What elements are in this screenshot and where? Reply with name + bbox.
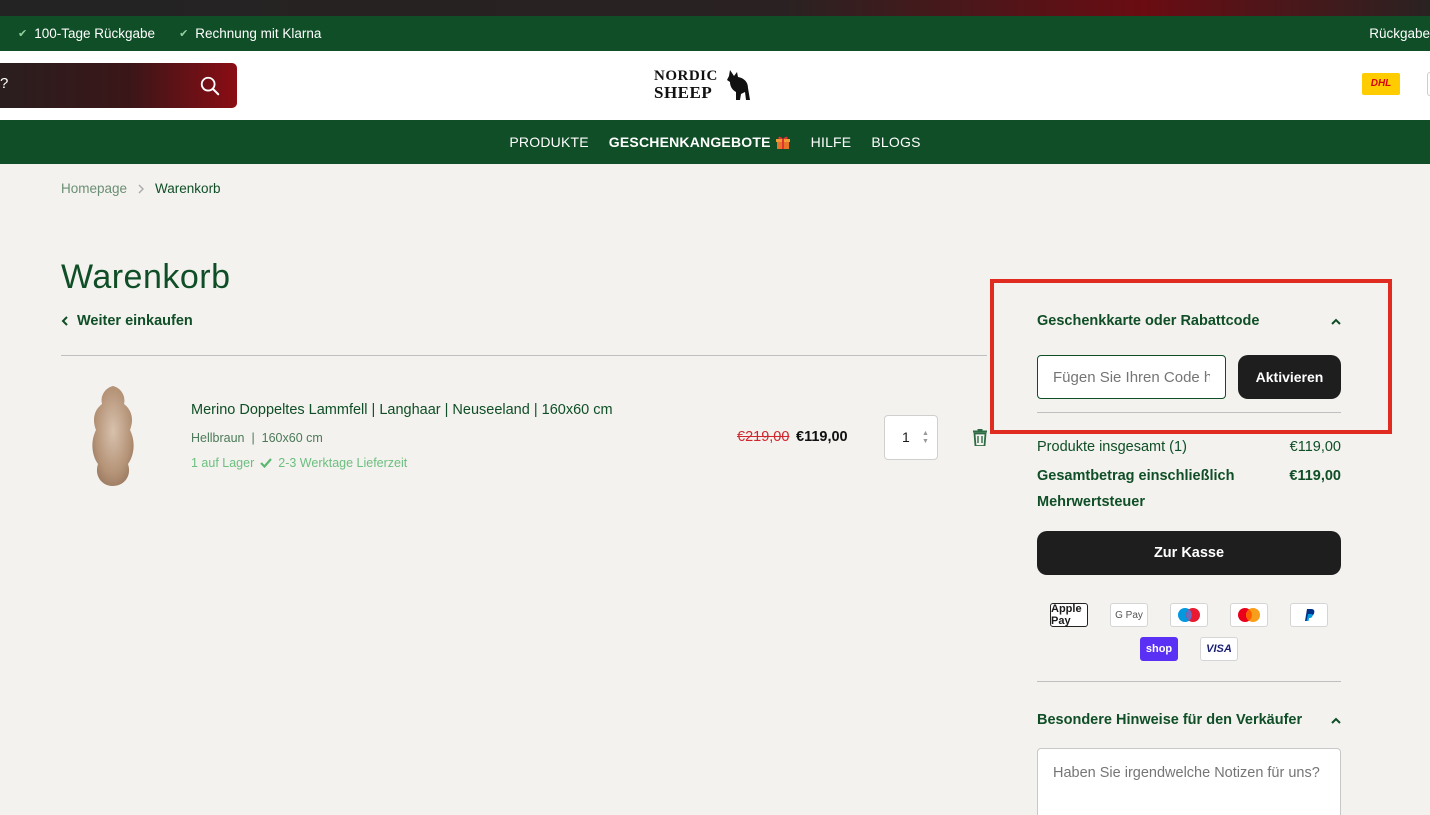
old-price: €219,00: [737, 429, 790, 445]
gift-icon: [775, 136, 790, 149]
quantity-stepper[interactable]: 1 ▲ ▼: [884, 415, 938, 460]
product-variant: Hellbraun | 160x60 cm: [191, 431, 323, 445]
dhl-badge: DHL: [1362, 73, 1400, 95]
chevron-up-icon[interactable]: [1331, 716, 1341, 726]
product-image[interactable]: [88, 384, 138, 488]
maestro-icon: [1170, 603, 1208, 627]
current-price: €119,00: [796, 429, 848, 445]
continue-shopping-link[interactable]: Weiter einkaufen: [61, 313, 193, 329]
nav-item-blogs[interactable]: BLOGS: [861, 134, 930, 150]
chevron-left-icon: [61, 316, 68, 326]
usp-item-right: Rückgabe: [1369, 26, 1430, 41]
discount-section-title[interactable]: Geschenkkarte oder Rabattcode: [1037, 313, 1259, 329]
nav-item-geschenkangebote[interactable]: GESCHENKANGEBOTE: [599, 134, 801, 150]
paypal-icon: [1290, 603, 1328, 627]
product-stock-info: 1 auf Lager 2-3 Werktage Lieferzeit: [191, 456, 407, 470]
products-total-row: Produkte insgesamt (1) €119,00: [1037, 439, 1341, 455]
chevron-up-icon[interactable]: [1331, 317, 1341, 327]
delivery-time: 2-3 Werktage Lieferzeit: [278, 456, 408, 470]
quantity-spin-icon[interactable]: ▲ ▼: [922, 430, 929, 446]
search-input-text[interactable]: ?: [0, 75, 8, 92]
main-nav: PRODUKTE GESCHENKANGEBOTE HILFE BLOGS: [0, 120, 1430, 164]
usp-item-klarna: ✔ Rechnung mit Klarna: [179, 26, 321, 41]
visa-icon: VISA: [1200, 637, 1238, 661]
product-name[interactable]: Merino Doppeltes Lammfell | Langhaar | N…: [191, 402, 613, 418]
usp-bar: ✔ 100-Tage Rückgabe ✔ Rechnung mit Klarn…: [0, 16, 1430, 51]
check-icon: [260, 458, 273, 468]
sheep-logo-icon: [727, 70, 750, 100]
checkout-button[interactable]: Zur Kasse: [1037, 531, 1341, 575]
usp-label: Rechnung mit Klarna: [195, 26, 322, 41]
mastercard-icon: [1230, 603, 1268, 627]
continue-shopping-label: Weiter einkaufen: [77, 313, 193, 329]
summary-divider-2: [1037, 681, 1341, 682]
summary-divider: [1037, 412, 1341, 413]
activate-code-button[interactable]: Aktivieren: [1238, 355, 1341, 399]
seller-notes-title[interactable]: Besondere Hinweise für den Verkäufer: [1037, 712, 1302, 728]
grand-total-value: €119,00: [1289, 468, 1341, 484]
apple-pay-icon: Apple Pay: [1050, 603, 1088, 627]
cart-divider: [61, 355, 987, 356]
check-icon: ✔: [179, 28, 189, 40]
trash-icon[interactable]: [973, 429, 987, 446]
top-decor-strip: [0, 0, 1430, 16]
google-pay-icon: G Pay: [1110, 603, 1148, 627]
breadcrumb-current: Warenkorb: [155, 181, 221, 196]
search-icon[interactable]: [199, 75, 221, 97]
grand-total-row: Gesamtbetrag einschließlich Mehrwertsteu…: [1037, 463, 1341, 515]
chevron-right-icon: [138, 184, 145, 193]
shop-pay-icon: shop: [1140, 637, 1178, 661]
check-icon: ✔: [18, 28, 28, 40]
nav-item-hilfe[interactable]: HILFE: [801, 134, 862, 150]
products-total-label: Produkte insgesamt (1): [1037, 439, 1187, 455]
products-total-value: €119,00: [1289, 439, 1341, 455]
site-header: ? NORDIC SHEEP DHL: [0, 51, 1430, 120]
nav-item-label: GESCHENKANGEBOTE: [608, 134, 771, 150]
breadcrumb: Homepage Warenkorb: [61, 181, 221, 196]
page-title: Warenkorb: [61, 258, 231, 296]
nav-item-produkte[interactable]: PRODUKTE: [499, 134, 598, 150]
site-logo[interactable]: NORDIC SHEEP: [654, 68, 754, 104]
grand-total-label: Gesamtbetrag einschließlich Mehrwertsteu…: [1037, 468, 1235, 510]
stock-label: 1 auf Lager: [191, 456, 255, 470]
search-bar[interactable]: ?: [0, 63, 237, 108]
usp-item-returns: ✔ 100-Tage Rückgabe: [18, 26, 155, 41]
breadcrumb-home-link[interactable]: Homepage: [61, 181, 127, 196]
logo-text-sheep: SHEEP: [654, 83, 713, 102]
usp-label: 100-Tage Rückgabe: [34, 26, 156, 41]
quantity-value[interactable]: 1: [902, 429, 910, 445]
seller-notes-textarea[interactable]: [1037, 748, 1341, 815]
discount-code-input[interactable]: [1037, 355, 1226, 399]
